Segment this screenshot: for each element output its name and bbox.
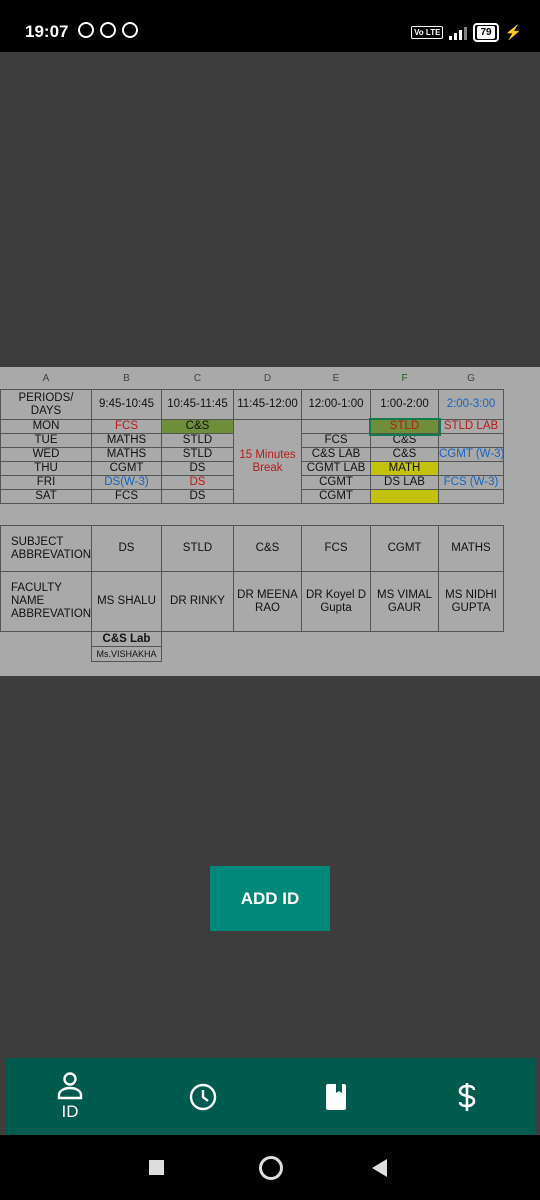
dollar-icon	[458, 1082, 476, 1111]
day-label: WED	[0, 447, 92, 462]
schedule-cell: CGMT LAB	[301, 461, 371, 476]
faculty-cell: MS SHALU	[91, 571, 162, 632]
subject-cell: MATHS	[438, 525, 504, 572]
schedule-cell: FCS (W-3)	[438, 475, 504, 490]
volte-icon: Vo LTE	[411, 26, 444, 39]
day-label: THU	[0, 461, 92, 476]
time-slot: 9:45-10:45	[91, 389, 162, 420]
schedule-cell: MATH	[370, 461, 439, 476]
back-button[interactable]	[372, 1159, 387, 1177]
system-nav-bar	[0, 1135, 540, 1200]
status-time: 19:07	[25, 22, 69, 41]
clock-icon	[189, 1083, 217, 1110]
time-slot: 10:45-11:45	[161, 389, 234, 420]
schedule-cell: C&S	[370, 447, 439, 462]
schedule-cell	[301, 419, 371, 434]
schedule-cell: DS	[161, 475, 234, 490]
schedule-cell: STLD	[161, 433, 234, 448]
charging-icon: ⚡	[504, 24, 522, 40]
day-label: SAT	[0, 489, 92, 504]
schedule-cell-selected: STLD	[368, 417, 441, 436]
notification-app-icon	[100, 22, 116, 38]
column-header: E	[332, 372, 340, 384]
break-cell: 15 Minutes Break	[233, 419, 302, 504]
schedule-cell	[438, 433, 504, 448]
schedule-cell	[438, 489, 504, 504]
subject-cell: FCS	[301, 525, 371, 572]
schedule-cell: FCS	[301, 433, 371, 448]
faculty-cell: MS VIMAL GAUR	[370, 571, 439, 632]
faculty-cell: DR RINKY	[161, 571, 234, 632]
faculty-abbrev-label: FACULTY NAME ABBREVATION	[0, 571, 92, 632]
lab-title: C&S Lab	[91, 631, 162, 647]
person-icon	[57, 1071, 83, 1099]
schedule-cell: MATHS	[91, 433, 162, 448]
timetable-image: A B C D E F G PERIODS/ DAYS 9:45-10:45 1…	[0, 367, 540, 676]
day-label: FRI	[0, 475, 92, 490]
schedule-cell: C&S LAB	[301, 447, 371, 462]
signal-icon	[449, 26, 468, 40]
schedule-cell: CGMT	[301, 475, 371, 490]
schedule-cell: STLD LAB	[438, 419, 504, 434]
column-header: F	[401, 372, 408, 384]
alarm-icon	[78, 22, 94, 38]
subject-abbrev-label: SUBJECT ABBREVATION	[0, 525, 92, 572]
battery-level: 79	[477, 26, 495, 39]
column-header: B	[123, 372, 130, 384]
schedule-cell: C&S	[370, 433, 439, 448]
schedule-cell: C&S	[161, 419, 234, 434]
schedule-cell	[438, 461, 504, 476]
schedule-cell: FCS	[91, 489, 162, 504]
schedule-cell: DS LAB	[370, 475, 439, 490]
nav-tab-id-label: ID	[61, 1101, 79, 1121]
schedule-cell: MATHS	[91, 447, 162, 462]
spacer-row	[0, 503, 504, 526]
battery-icon: 79	[473, 23, 499, 42]
nav-tab-payment[interactable]	[407, 1058, 527, 1135]
schedule-cell: FCS	[91, 419, 162, 434]
time-slot: 12:00-1:00	[301, 389, 371, 420]
column-header: A	[42, 372, 50, 384]
schedule-cell: CGMT	[301, 489, 371, 504]
nav-tab-schedule[interactable]	[143, 1058, 263, 1135]
faculty-cell: DR MEENA RAO	[233, 571, 302, 632]
recents-button[interactable]	[149, 1160, 164, 1175]
book-icon	[326, 1083, 346, 1110]
periods-days-label: PERIODS/ DAYS	[0, 389, 92, 420]
notification-icons	[78, 22, 138, 38]
day-label: MON	[0, 419, 92, 434]
column-header: G	[467, 372, 475, 384]
subject-cell: C&S	[233, 525, 302, 572]
add-id-button[interactable]: ADD ID	[210, 866, 330, 931]
column-header: D	[263, 372, 272, 384]
schedule-cell: CGMT (W-3)	[438, 447, 504, 462]
schedule-cell: DS(W-3)	[91, 475, 162, 490]
subject-cell: DS	[91, 525, 162, 572]
schedule-cell: CGMT	[91, 461, 162, 476]
status-bar: 19:07 Vo LTE 79 ⚡	[0, 0, 540, 52]
column-header: C	[193, 372, 202, 384]
faculty-cell: MS NIDHI GUPTA	[438, 571, 504, 632]
faculty-cell: DR Koyel D Gupta	[301, 571, 371, 632]
lab-faculty: Ms.VISHAKHA	[91, 646, 162, 662]
notification-app-icon	[122, 22, 138, 38]
subject-cell: CGMT	[370, 525, 439, 572]
schedule-cell: STLD	[161, 447, 234, 462]
nav-tab-id[interactable]: ID	[10, 1058, 130, 1135]
schedule-cell: DS	[161, 461, 234, 476]
time-slot: 2:00-3:00	[438, 389, 504, 420]
day-label: TUE	[0, 433, 92, 448]
bottom-nav: ID	[5, 1058, 535, 1135]
subject-cell: STLD	[161, 525, 234, 572]
nav-tab-book[interactable]	[276, 1058, 396, 1135]
schedule-cell: DS	[161, 489, 234, 504]
time-slot: 11:45-12:00	[233, 389, 302, 420]
home-button[interactable]	[259, 1156, 283, 1180]
timetable-table: A B C D E F G PERIODS/ DAYS 9:45-10:45 1…	[0, 367, 504, 662]
time-slot: 1:00-2:00	[370, 389, 439, 420]
schedule-cell	[370, 489, 439, 504]
